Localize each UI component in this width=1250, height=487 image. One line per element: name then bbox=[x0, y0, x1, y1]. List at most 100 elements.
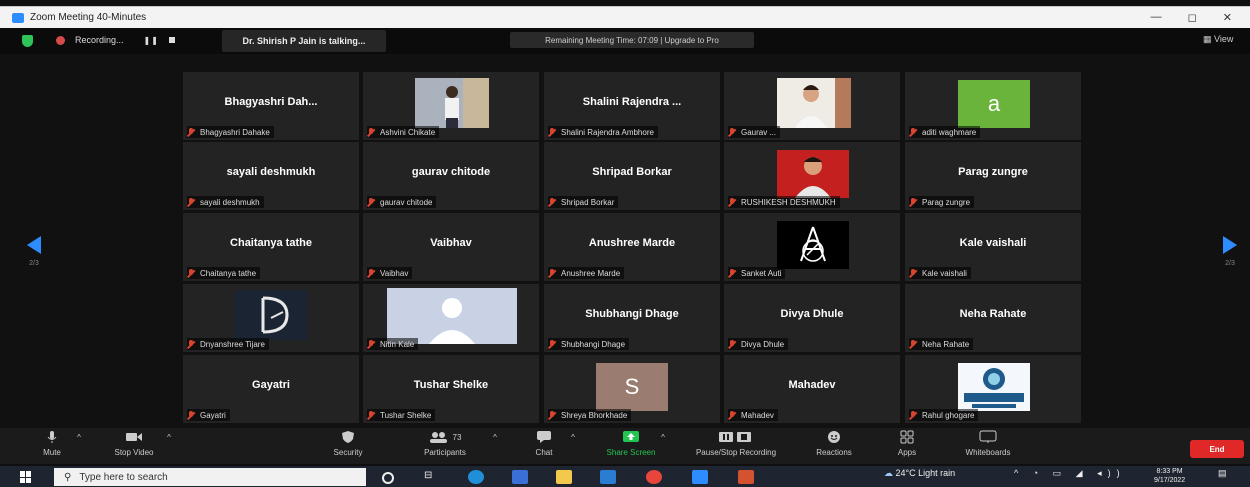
previous-page-button[interactable]: 2/3 bbox=[24, 236, 44, 267]
chat-bubble-icon bbox=[526, 430, 562, 444]
muted-mic-icon bbox=[187, 197, 195, 207]
cortana-icon[interactable] bbox=[382, 472, 394, 484]
participant-tile[interactable]: Shripad Borkar Shripad Borkar bbox=[544, 142, 720, 210]
zoom-taskbar-icon[interactable] bbox=[692, 470, 708, 484]
participant-tile[interactable]: Divya Dhule Divya Dhule bbox=[724, 284, 900, 352]
participant-tile[interactable]: Neha Rahate Neha Rahate bbox=[905, 284, 1081, 352]
audio-options-caret[interactable]: ^ bbox=[72, 430, 86, 448]
participant-tile[interactable]: Shubhangi Dhage Shubhangi Dhage bbox=[544, 284, 720, 352]
participant-name-tag: Shalini Rajendra Ambhore bbox=[548, 126, 658, 138]
muted-mic-icon bbox=[728, 197, 736, 207]
security-label: Security bbox=[333, 448, 363, 457]
next-page-button[interactable]: 2/3 bbox=[1220, 236, 1240, 267]
participant-tile[interactable]: Shalini Rajendra ... Shalini Rajendra Amb… bbox=[544, 72, 720, 140]
participant-tile[interactable]: Nitin Kale bbox=[363, 284, 539, 352]
close-button[interactable]: ✕ bbox=[1223, 11, 1232, 24]
notifications-icon[interactable]: ▤ bbox=[1218, 468, 1227, 479]
participant-count: 73 bbox=[452, 432, 462, 442]
participant-display-name: Bhagyashri Dah... bbox=[224, 96, 318, 108]
weather-widget[interactable]: ☁ 24°C Light rain bbox=[884, 468, 955, 479]
participant-tile[interactable]: Tushar Shelke Tushar Shelke bbox=[363, 355, 539, 423]
participant-tile[interactable]: Parag zungre Parag zungre bbox=[905, 142, 1081, 210]
participant-name: Parag zungre bbox=[922, 197, 971, 207]
participant-tile[interactable]: S Shreya Bhorkhade bbox=[544, 355, 720, 423]
muted-mic-icon bbox=[548, 127, 556, 137]
participant-tile[interactable]: Rahul ghogare bbox=[905, 355, 1081, 423]
participant-name: Sanket Auti bbox=[741, 268, 782, 278]
pause-stop-icon bbox=[680, 430, 792, 444]
minimize-button[interactable]: — bbox=[1151, 11, 1162, 24]
participant-tile[interactable]: Mahadev Mahadev bbox=[724, 355, 900, 423]
muted-mic-icon bbox=[367, 339, 375, 349]
participant-tile[interactable]: Kale vaishali Kale vaishali bbox=[905, 213, 1081, 281]
store-icon[interactable] bbox=[512, 470, 528, 484]
participant-tile[interactable]: Gayatri Gayatri bbox=[183, 355, 359, 423]
mute-button[interactable]: Mute bbox=[34, 430, 70, 457]
participant-name-tag: Dnyanshree Tijare bbox=[187, 338, 269, 350]
restore-button[interactable]: ◻ bbox=[1188, 11, 1197, 24]
muted-mic-icon bbox=[728, 127, 736, 137]
reactions-label: Reactions bbox=[816, 448, 852, 457]
chevron-up-icon: ^ bbox=[661, 432, 665, 442]
stop-recording-icon[interactable] bbox=[168, 37, 175, 43]
end-meeting-button[interactable]: End bbox=[1190, 440, 1244, 458]
muted-mic-icon bbox=[728, 268, 736, 278]
remaining-time-banner[interactable]: Remaining Meeting Time: 07:09 | Upgrade … bbox=[510, 32, 754, 48]
chat-options-caret[interactable]: ^ bbox=[566, 430, 580, 448]
participant-tile[interactable]: Bhagyashri Dah... Bhagyashri Dahake bbox=[183, 72, 359, 140]
participant-tile[interactable]: Vaibhav Vaibhav bbox=[363, 213, 539, 281]
participant-name-tag: aditi waghmare bbox=[909, 126, 981, 138]
edge-browser-icon[interactable] bbox=[468, 470, 484, 484]
chat-button[interactable]: Chat bbox=[526, 430, 562, 457]
participant-tile[interactable]: Sanket Auti bbox=[724, 213, 900, 281]
participant-tile[interactable]: sayali deshmukh sayali deshmukh bbox=[183, 142, 359, 210]
mail-icon[interactable] bbox=[600, 470, 616, 484]
participant-photo bbox=[777, 150, 849, 198]
file-explorer-icon[interactable] bbox=[556, 470, 572, 484]
muted-mic-icon bbox=[909, 410, 917, 420]
participant-display-name: Kale vaishali bbox=[959, 237, 1027, 249]
security-button[interactable]: Security bbox=[324, 430, 372, 457]
windows-start-icon[interactable] bbox=[20, 471, 32, 483]
taskbar-search-box[interactable]: ⚲ Type here to search bbox=[54, 468, 366, 486]
participant-name: Chaitanya tathe bbox=[200, 268, 257, 278]
reactions-button[interactable]: Reactions bbox=[806, 430, 862, 457]
system-tray-icons[interactable]: ^ ◔ ▭ ◢ ◂)) bbox=[1014, 468, 1126, 479]
participants-icon: 73 bbox=[412, 430, 478, 444]
view-label: View bbox=[1214, 34, 1234, 44]
task-view-icon[interactable]: ⊟ bbox=[424, 470, 440, 484]
participant-name: Divya Dhule bbox=[741, 339, 785, 349]
share-options-caret[interactable]: ^ bbox=[656, 430, 670, 448]
participant-name: Shalini Rajendra Ambhore bbox=[561, 127, 654, 137]
pause-recording-icon[interactable]: ❚❚ bbox=[144, 36, 159, 45]
participant-display-name: Shripad Borkar bbox=[592, 166, 672, 178]
participant-tile[interactable]: gaurav chitode gaurav chitode bbox=[363, 142, 539, 210]
participant-tile[interactable]: Dnyanshree Tijare bbox=[183, 284, 359, 352]
apps-button[interactable]: Apps bbox=[888, 430, 926, 457]
view-button[interactable]: ▦ View bbox=[1203, 34, 1233, 45]
stop-video-button[interactable]: Stop Video bbox=[104, 430, 164, 457]
participant-name-tag: Anushree Marde bbox=[548, 267, 625, 279]
participant-tile[interactable]: a aditi waghmare bbox=[905, 72, 1081, 140]
participant-name: Gayatri bbox=[200, 410, 226, 420]
participant-tile[interactable]: Gaurav ... bbox=[724, 72, 900, 140]
clock[interactable]: 8:33 PM 9/17/2022 bbox=[1154, 467, 1185, 485]
video-options-caret[interactable]: ^ bbox=[162, 430, 176, 448]
participant-name-tag: Parag zungre bbox=[909, 196, 975, 208]
participant-display-name: Mahadev bbox=[788, 379, 836, 391]
participant-tile[interactable]: RUSHIKESH DESHMUKH bbox=[724, 142, 900, 210]
participant-tile[interactable]: Ashvini Chikate bbox=[363, 72, 539, 140]
participants-options-caret[interactable]: ^ bbox=[488, 430, 502, 448]
pause-stop-recording-button[interactable]: Pause/Stop Recording bbox=[680, 430, 792, 457]
security-shield-icon[interactable] bbox=[22, 35, 33, 47]
whiteboards-button[interactable]: Whiteboards bbox=[950, 430, 1026, 457]
participants-button[interactable]: 73 Participants bbox=[412, 430, 478, 457]
participant-tile[interactable]: Chaitanya tathe Chaitanya tathe bbox=[183, 213, 359, 281]
mute-label: Mute bbox=[43, 448, 61, 457]
powerpoint-icon[interactable] bbox=[738, 470, 754, 484]
chrome-icon[interactable] bbox=[646, 470, 662, 484]
participant-display-name: sayali deshmukh bbox=[226, 166, 316, 178]
participant-name-tag: Shreya Bhorkhade bbox=[548, 409, 632, 421]
participant-name: Neha Rahate bbox=[922, 339, 970, 349]
participant-tile[interactable]: Anushree Marde Anushree Marde bbox=[544, 213, 720, 281]
